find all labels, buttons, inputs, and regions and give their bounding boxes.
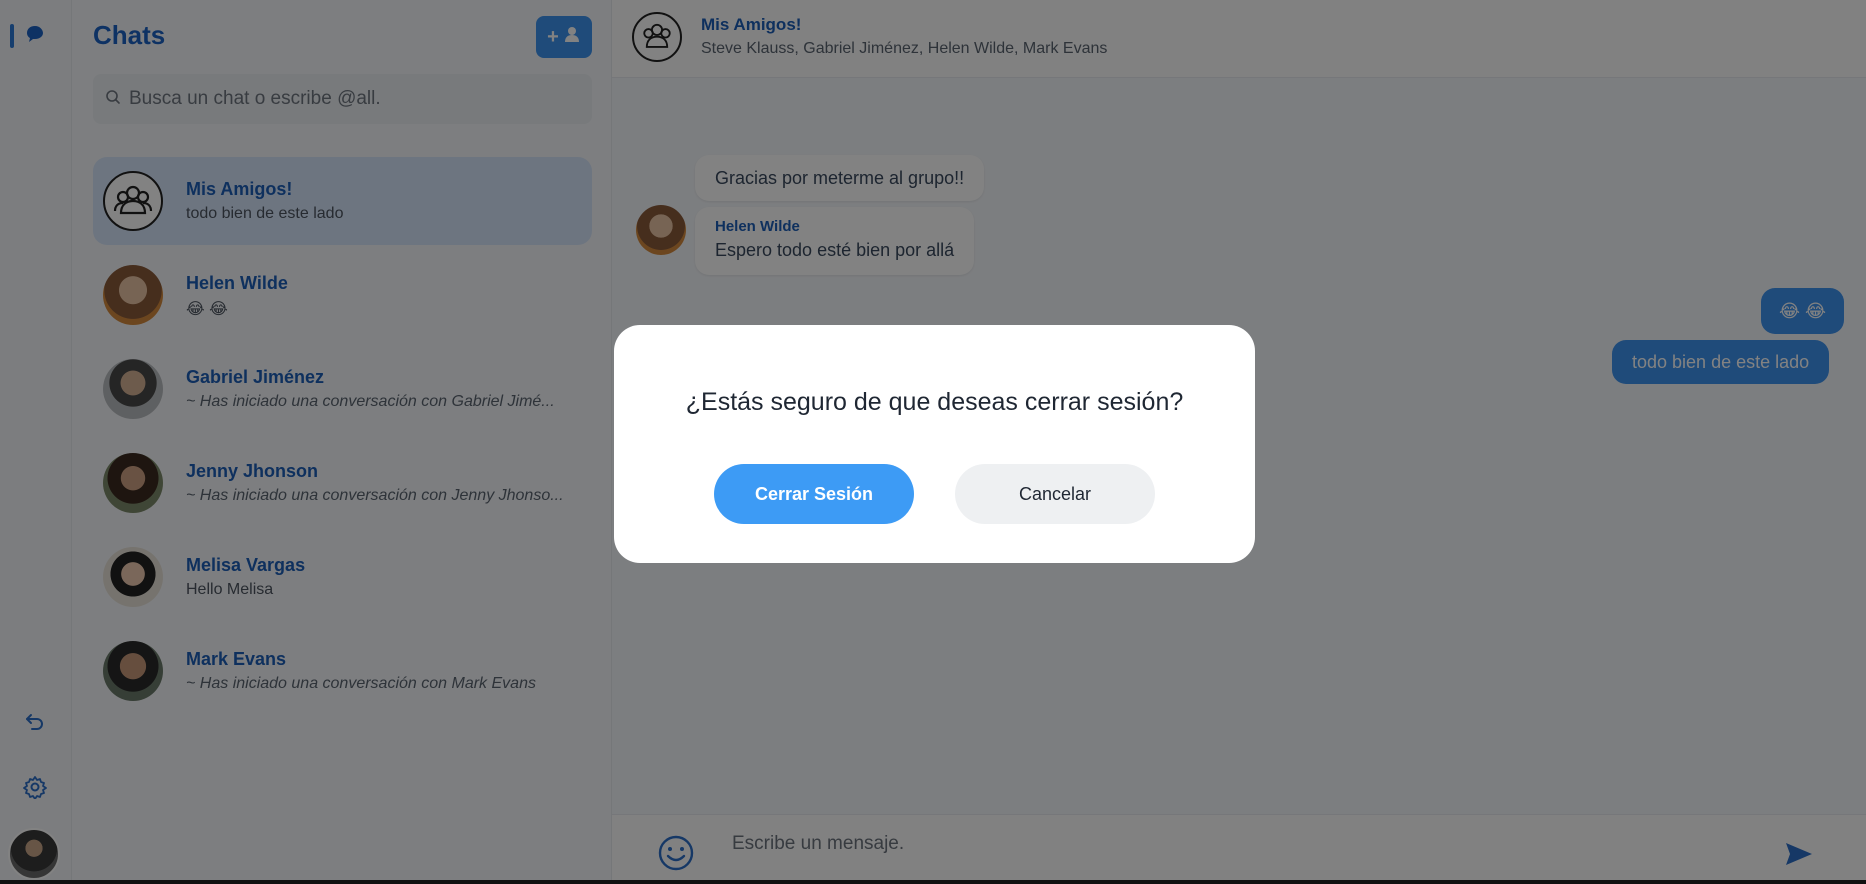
cancel-button[interactable]: Cancelar xyxy=(955,464,1155,524)
confirm-logout-button[interactable]: Cerrar Sesión xyxy=(714,464,914,524)
app-window: Chats + Mis Amigos! todo bien de este l xyxy=(0,0,1866,880)
logout-dialog: ¿Estás seguro de que deseas cerrar sesió… xyxy=(614,325,1255,563)
dialog-title: ¿Estás seguro de que deseas cerrar sesió… xyxy=(685,388,1184,416)
bottom-strip xyxy=(0,880,1866,884)
